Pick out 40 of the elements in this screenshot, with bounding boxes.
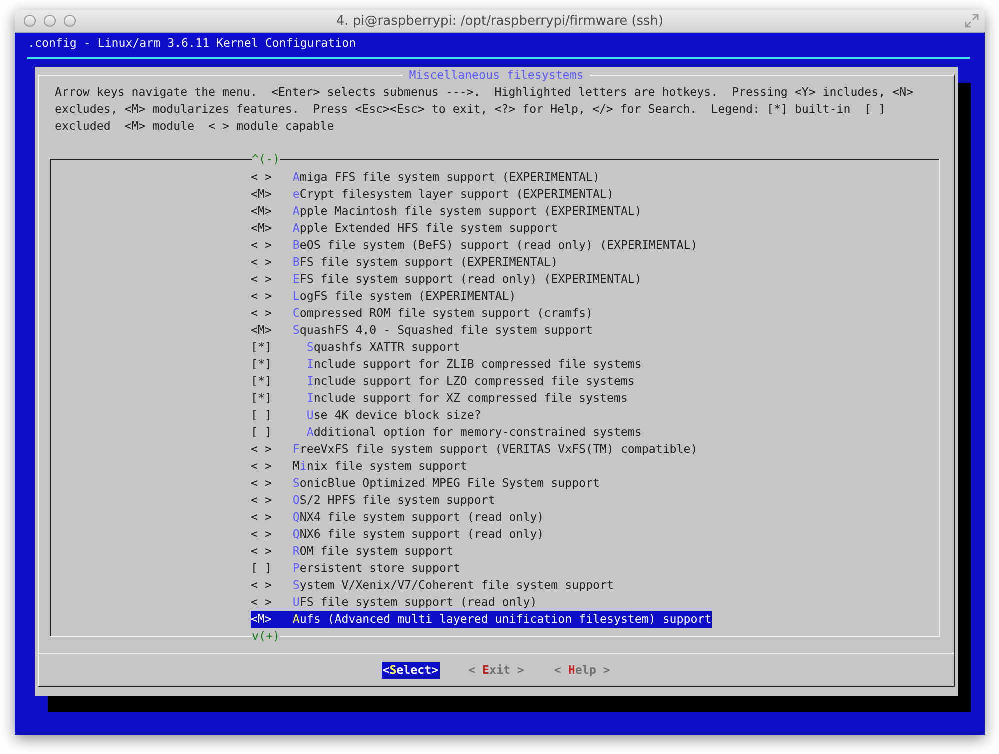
menu-item[interactable]: < > QNX6 file system support (read only) bbox=[251, 526, 544, 543]
menu-item[interactable]: <M> Aufs (Advanced multi layered unification filesystem) support bbox=[251, 611, 712, 628]
menu-item[interactable]: < > QNX4 file system support (read only) bbox=[251, 509, 544, 526]
menu-item[interactable]: < > Minix file system support bbox=[251, 458, 468, 475]
menu-item[interactable]: [*] Include support for XZ compressed file systems bbox=[251, 390, 628, 407]
menu-item[interactable]: <M> Apple Macintosh file system support (EXPERIMENTAL) bbox=[251, 203, 642, 220]
menu-item[interactable]: <M> eCrypt filesystem layer support (EXPERIMENTAL) bbox=[251, 186, 614, 203]
menu-item[interactable]: [*] Squashfs XATTR support bbox=[251, 339, 460, 356]
fullscreen-icon[interactable] bbox=[965, 14, 979, 28]
zoom-button[interactable] bbox=[64, 15, 76, 27]
dialog-title: Miscellaneous filesystems bbox=[403, 67, 590, 84]
menu-item[interactable]: < > System V/Xenix/V7/Coherent file system support bbox=[251, 577, 614, 594]
menu-item[interactable]: [ ] Use 4K device block size? bbox=[251, 407, 482, 424]
dialog-button[interactable]: < Help > bbox=[553, 662, 612, 679]
menu-item[interactable]: < > FreeVxFS file system support (VERITAS VxFS(TM) compatible) bbox=[251, 441, 698, 458]
menu-item[interactable]: <M> Apple Extended HFS file system support bbox=[251, 220, 558, 237]
help-text: excluded <M> module < > module capable bbox=[55, 118, 336, 135]
menu-item[interactable]: < > EFS file system support (read only) (EXPERIMENTAL) bbox=[251, 271, 642, 288]
help-text: Arrow keys navigate the menu. <Enter> selects submenus --->. Highlighted letters are hotkeys. Pressing <Y> includes, <N> bbox=[55, 84, 915, 101]
menu-item[interactable]: <M> SquashFS 4.0 - Squashed file system support bbox=[251, 322, 594, 339]
help-text: excludes, <M> modularizes features. Press <Esc><Esc> to exit, <?> for Help, </> for Search. Legend: [*] built-in [ ] bbox=[55, 101, 887, 118]
menu-item[interactable]: < > LogFS file system (EXPERIMENTAL) bbox=[251, 288, 516, 305]
close-button[interactable] bbox=[24, 15, 36, 27]
dialog-button[interactable]: <Select> bbox=[382, 662, 440, 679]
menu-item[interactable]: < > ROM file system support bbox=[251, 543, 454, 560]
menu-item[interactable]: < > Compressed ROM file system support (cramfs) bbox=[251, 305, 594, 322]
menu-item[interactable]: [ ] Additional option for memory-constrained systems bbox=[251, 424, 642, 441]
menu-item[interactable]: [*] Include support for LZO compressed file systems bbox=[251, 373, 635, 390]
menu-item[interactable]: [*] Include support for ZLIB compressed file systems bbox=[251, 356, 642, 373]
menu-item[interactable]: < > OS/2 HPFS file system support bbox=[251, 492, 496, 509]
menu-item[interactable]: < > Amiga FFS file system support (EXPERIMENTAL) bbox=[251, 169, 600, 186]
menu-item[interactable]: < > BeOS file system (BeFS) support (read only) (EXPERIMENTAL) bbox=[251, 237, 698, 254]
window-title: 4. pi@raspberrypi: /opt/raspberrypi/firmware (ssh) bbox=[336, 14, 664, 28]
menu-item[interactable]: [ ] Persistent store support bbox=[251, 560, 460, 577]
dialog-button[interactable]: < Exit > bbox=[468, 662, 526, 679]
menu-item[interactable]: < > SonicBlue Optimized MPEG File System support bbox=[251, 475, 600, 492]
menu-item[interactable]: < > UFS file system support (read only) bbox=[251, 594, 538, 611]
menu-item[interactable]: < > BFS file system support (EXPERIMENTAL) bbox=[251, 254, 558, 271]
config-header: .config - Linux/arm 3.6.11 Kernel Configuration bbox=[28, 36, 356, 50]
minimize-button[interactable] bbox=[44, 15, 56, 27]
